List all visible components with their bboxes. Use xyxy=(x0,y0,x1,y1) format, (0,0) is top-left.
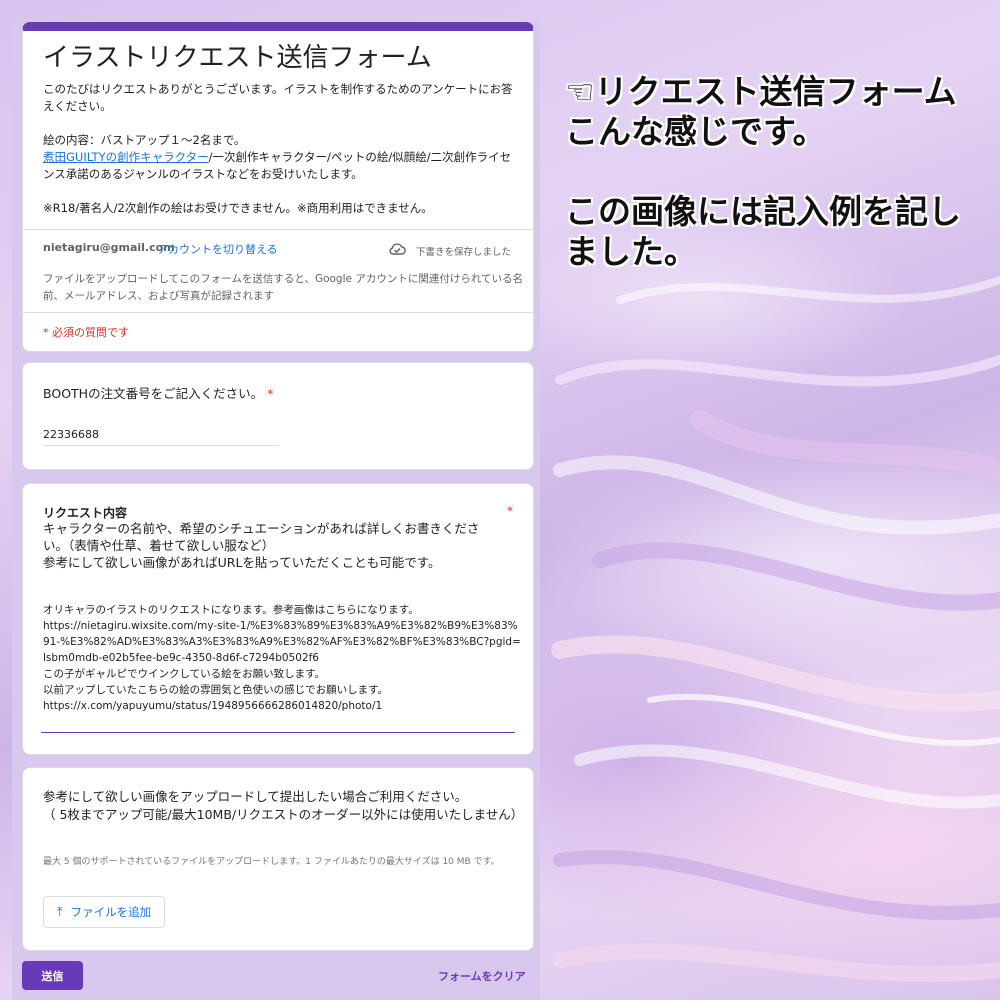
question-card-file-upload: 参考にして欲しい画像をアップロードして提出したい場合ご利用ください。 （ 5枚ま… xyxy=(22,767,534,951)
draft-saved-status: 下書きを保存しました xyxy=(416,247,512,258)
account-email: nietagiru@gmail.com xyxy=(43,241,175,254)
input-underline xyxy=(43,445,279,446)
answer-line: https://x.com/yapuyumu/status/1948956666… xyxy=(43,700,383,712)
caption-line: ☜リクエスト送信フォーム xyxy=(565,72,957,111)
upload-help-text: 最大 5 個のサポートされているファイルをアップロードします。1 ファイルあたり… xyxy=(43,857,500,867)
upload-icon: ⤒ xyxy=(56,904,63,920)
required-star: * xyxy=(507,504,513,518)
question-card-order-number: BOOTHの注文番号をご記入ください。 * 22336688 xyxy=(22,362,534,470)
description-line: このたびはリクエストありがとうございます。イラストを制作するためのアンケートにお… xyxy=(43,82,513,113)
question-title-line: 参考にして欲しい画像をアップロードして提出したい場合ご利用ください。 xyxy=(43,789,468,804)
question-title: BOOTHの注文番号をご記入ください。 * xyxy=(43,383,273,402)
required-star: * xyxy=(267,386,274,401)
divider xyxy=(23,229,533,230)
answer-line: 以前アップしていたこちらの絵の雰囲気と色使いの感じでお願いします。 xyxy=(43,684,389,696)
description-line: 絵の内容：バストアップ１〜2名まで。 xyxy=(43,133,246,147)
creator-character-link[interactable]: 煮田GUILTYの創作キャラクター xyxy=(43,150,209,164)
form-description: このたびはリクエストありがとうございます。イラストを制作するためのアンケートにお… xyxy=(43,81,518,217)
answer-line: オリキャラのイラストのリクエストになります。参考画像はこちらになります。 xyxy=(43,604,419,616)
submit-button[interactable]: 送信 xyxy=(22,961,83,990)
question-description-line: 参考にして欲しい画像があればURLを貼っていただくことも可能です。 xyxy=(43,555,441,570)
caption-line: ました。 xyxy=(565,232,697,271)
question-title-text: BOOTHの注文番号をご記入ください。 xyxy=(43,386,264,401)
upload-notice: ファイルをアップロードしてこのフォームを送信すると、Google アカウントに関… xyxy=(43,273,523,302)
form-title: イラストリクエスト送信フォーム xyxy=(43,43,432,73)
description-line: ※R18/著名人/2次創作の絵はお受けできません。※商用利用はできません。 xyxy=(43,201,433,215)
required-note: * 必須の質問です xyxy=(43,326,129,339)
form-header-card: イラストリクエスト送信フォーム このたびはリクエストありがとうございます。イラス… xyxy=(22,22,534,352)
clear-form-button[interactable]: フォームをクリア xyxy=(438,968,526,984)
caption-line: こんな感じです。 xyxy=(565,112,826,151)
question-title-line: （ 5枚までアップ可能/最大10MB/リクエストのオーダー以外には使用いたしませ… xyxy=(43,807,524,822)
question-card-request-content: リクエスト内容 * キャラクターの名前や、希望のシチュエーションがあれば詳しくお… xyxy=(22,483,534,755)
order-number-input[interactable]: 22336688 xyxy=(43,428,99,441)
question-title: リクエスト内容 xyxy=(43,506,128,520)
add-file-button[interactable]: ⤒ ファイルを追加 xyxy=(43,896,165,928)
textarea-focus-underline xyxy=(41,732,515,733)
switch-account-link[interactable]: アカウントを切り替える xyxy=(157,241,278,257)
answer-line: https://nietagiru.wixsite.com/my-site-1/… xyxy=(43,620,521,664)
description-link-line: 煮田GUILTYの創作キャラクター/一次創作キャラクター/ペットの絵/似顔絵/二… xyxy=(43,149,518,183)
add-file-label: ファイルを追加 xyxy=(70,905,152,919)
caption-line: この画像には記入例を記し xyxy=(565,192,961,231)
cloud-saved-icon xyxy=(389,243,406,255)
question-title: 参考にして欲しい画像をアップロードして提出したい場合ご利用ください。 （ 5枚ま… xyxy=(43,788,524,824)
question-description-line: キャラクターの名前や、希望のシチュエーションがあれば詳しくお書きください。（表情… xyxy=(43,521,480,553)
overlay-caption: ☜リクエスト送信フォーム こんな感じです。 この画像には記入例を記し ました。 xyxy=(565,72,985,272)
question-description: キャラクターの名前や、希望のシチュエーションがあれば詳しくお書きください。（表情… xyxy=(43,520,503,571)
request-content-textarea[interactable]: オリキャラのイラストのリクエストになります。参考画像はこちらになります。 htt… xyxy=(43,602,523,714)
answer-line: この子がギャルピでウインクしている絵をお願い致します。 xyxy=(43,668,326,680)
divider xyxy=(23,312,533,313)
